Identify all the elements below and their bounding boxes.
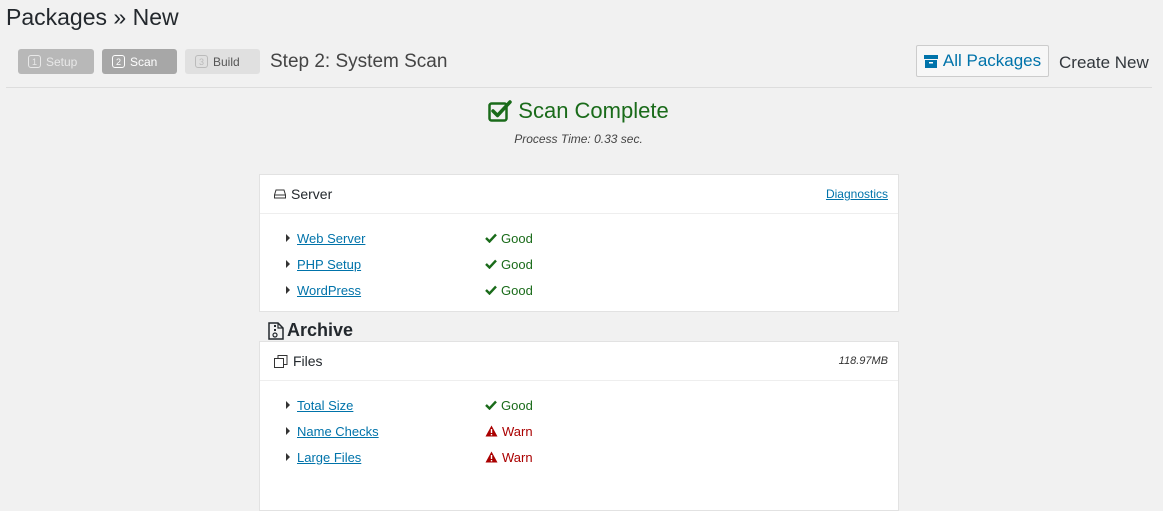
all-packages-label: All Packages <box>942 51 1042 70</box>
server-panel-header: Server Diagnostics <box>260 175 898 214</box>
diagnostics-link[interactable]: Diagnostics <box>826 187 888 201</box>
check-row-php-setup[interactable]: PHP Setup Good <box>260 251 898 277</box>
check-label[interactable]: Web Server <box>297 231 365 246</box>
status-warn: Warn <box>485 424 533 439</box>
status-text: Good <box>501 397 533 413</box>
caret-right-icon <box>286 286 290 294</box>
status-text: Good <box>501 256 533 272</box>
hdd-icon <box>274 189 286 199</box>
files-panel: Files 118.97MB Total Size Good Name Chec… <box>259 341 899 511</box>
step-scan[interactable]: 2 Scan <box>102 49 177 74</box>
check-row-web-server[interactable]: Web Server Good <box>260 225 898 251</box>
caret-right-icon <box>286 453 290 461</box>
scan-complete-heading: Scan Complete <box>0 98 1157 124</box>
step-number: 1 <box>28 55 41 68</box>
step-label: Build <box>213 54 240 69</box>
status-good: Good <box>485 231 533 246</box>
step-label: Setup <box>46 54 78 69</box>
checkbox-checked-icon <box>488 100 513 122</box>
caret-right-icon <box>286 401 290 409</box>
status-text: Good <box>501 230 533 246</box>
scan-complete-title: Scan Complete <box>518 98 669 123</box>
check-row-total-size[interactable]: Total Size Good <box>260 392 898 418</box>
status-warn: Warn <box>485 450 533 465</box>
caret-right-icon <box>286 427 290 435</box>
status-good: Good <box>485 398 533 413</box>
step-label: Scan <box>130 54 158 69</box>
status-text: Warn <box>502 423 533 439</box>
all-packages-button[interactable]: All Packages <box>916 45 1049 77</box>
server-panel: Server Diagnostics Web Server Good PHP S… <box>259 174 899 312</box>
wizard-steps: 1 Setup 2 Scan 3 Build Step 2: System Sc… <box>18 49 447 74</box>
files-icon <box>274 354 288 368</box>
archive-heading: Archive <box>268 320 353 341</box>
caret-right-icon <box>286 260 290 268</box>
process-time: Process Time: 0.33 sec. <box>514 132 643 146</box>
status-text: Warn <box>502 449 533 465</box>
files-title: Files <box>293 353 323 369</box>
server-title: Server <box>291 186 333 202</box>
step-number: 3 <box>195 55 208 68</box>
check-row-large-files[interactable]: Large Files Warn <box>260 444 898 470</box>
check-label[interactable]: PHP Setup <box>297 257 361 272</box>
step-number: 2 <box>112 55 125 68</box>
check-icon <box>485 400 497 410</box>
status-good: Good <box>485 283 533 298</box>
files-panel-header: Files 118.97MB <box>260 342 898 381</box>
page-title: Packages » New <box>6 4 179 30</box>
check-row-wordpress[interactable]: WordPress Good <box>260 277 898 303</box>
check-label[interactable]: Large Files <box>297 450 361 465</box>
caret-right-icon <box>286 234 290 242</box>
warning-icon <box>485 425 498 437</box>
step-title: Step 2: System Scan <box>270 50 448 72</box>
status-text: Good <box>501 282 533 298</box>
check-label[interactable]: Total Size <box>297 398 353 413</box>
check-icon <box>485 285 497 295</box>
divider <box>6 87 1152 88</box>
step-setup[interactable]: 1 Setup <box>18 49 94 74</box>
step-build[interactable]: 3 Build <box>185 49 260 74</box>
files-size: 118.97MB <box>838 355 888 367</box>
check-icon <box>485 259 497 269</box>
check-label[interactable]: WordPress <box>297 283 361 298</box>
warning-icon <box>485 451 498 463</box>
check-row-name-checks[interactable]: Name Checks Warn <box>260 418 898 444</box>
archive-title: Archive <box>287 320 354 340</box>
archive-box-icon <box>923 54 938 68</box>
create-new-link[interactable]: Create New <box>1059 53 1149 73</box>
check-icon <box>485 233 497 243</box>
file-archive-icon <box>268 321 284 340</box>
check-label[interactable]: Name Checks <box>297 424 379 439</box>
status-good: Good <box>485 257 533 272</box>
